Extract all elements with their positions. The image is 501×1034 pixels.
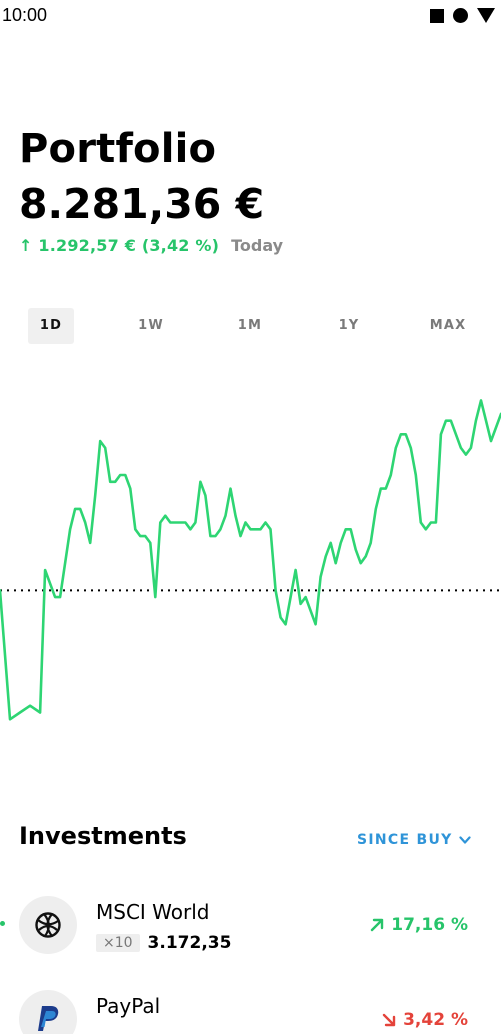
investment-quantity-row: ×10 3.172,35: [96, 933, 231, 953]
status-bar: 10:00: [0, 0, 501, 32]
arrow-up-right-icon: [371, 918, 384, 932]
portfolio-change: ↑ 1.292,57 € (3,42 %) Today: [19, 236, 283, 255]
tab-1w[interactable]: 1W: [128, 308, 174, 344]
tab-1y[interactable]: 1Y: [326, 308, 372, 344]
signal-triangle-icon: [477, 8, 495, 23]
page-title: Portfolio: [19, 126, 217, 172]
paypal-logo: [19, 990, 77, 1034]
screen: 10:00 Portfolio 8.281,36 € ↑ 1.292,57 € …: [0, 0, 501, 1034]
investment-row-paypal[interactable]: PayPal 3,42 %: [0, 990, 501, 1034]
range-tabs: 1D 1W 1M 1Y MAX: [28, 308, 498, 344]
sort-label: SINCE BUY: [357, 832, 453, 848]
tab-1d[interactable]: 1D: [28, 308, 74, 344]
investment-performance: 17,16 %: [369, 915, 468, 935]
portfolio-value: 8.281,36 €: [19, 180, 265, 228]
home-circle-icon: [453, 8, 468, 23]
tab-1m[interactable]: 1M: [227, 308, 273, 344]
investment-name: MSCI World: [96, 900, 210, 924]
portfolio-chart[interactable]: [0, 380, 501, 760]
chevron-down-icon: [459, 836, 471, 844]
indicator-dot: [0, 921, 5, 926]
investment-price: 3.172,35: [147, 933, 232, 953]
status-time: 10:00: [2, 5, 48, 25]
arrow-up-icon: ↑: [19, 236, 33, 255]
investment-name: PayPal: [96, 994, 161, 1018]
tab-max[interactable]: MAX: [424, 308, 472, 344]
globe-icon: [19, 896, 77, 954]
portfolio-line: [0, 399, 501, 721]
change-amount: 1.292,57 € (3,42 %): [38, 236, 220, 255]
performance-value: 17,16 %: [391, 915, 468, 935]
sort-dropdown[interactable]: SINCE BUY: [357, 832, 471, 848]
recents-square-icon: [430, 8, 444, 23]
investment-performance: 3,42 %: [381, 1010, 468, 1030]
change-period: Today: [231, 236, 284, 255]
arrow-down-right-icon: [382, 1013, 396, 1027]
investment-row-msci-world[interactable]: MSCI World ×10 3.172,35 17,16 %: [0, 896, 501, 986]
performance-value: 3,42 %: [403, 1010, 468, 1030]
investments-title: Investments: [19, 822, 187, 850]
quantity-badge: ×10: [96, 934, 140, 952]
status-icons: [430, 8, 495, 23]
